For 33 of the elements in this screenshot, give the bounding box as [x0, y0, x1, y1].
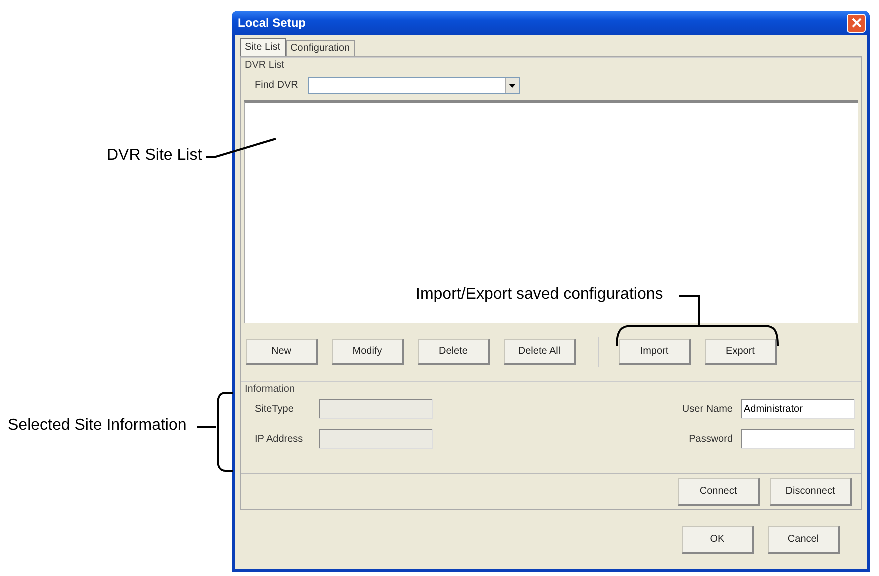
input-field[interactable]: Administrator — [741, 399, 855, 419]
group-legend: Information — [243, 384, 298, 395]
button[interactable]: Modify — [332, 339, 404, 365]
leader-line — [197, 426, 216, 428]
field-label: SiteType — [255, 404, 295, 414]
tab[interactable]: Configuration — [286, 40, 356, 56]
close-button[interactable] — [847, 14, 866, 32]
button[interactable]: Cancel — [768, 526, 840, 554]
callout-label: Import/Export saved configurations — [416, 286, 664, 304]
window-title: Local Setup — [238, 16, 306, 30]
group-legend: DVR List — [243, 60, 286, 71]
field-label: Password — [688, 434, 734, 444]
button[interactable]: Delete — [418, 339, 490, 365]
leader-line — [679, 295, 700, 326]
field-label: IP Address — [255, 434, 304, 444]
button[interactable]: OK — [682, 526, 754, 554]
dropdown-arrow-icon — [509, 84, 516, 88]
callout-label: Selected Site Information — [8, 417, 187, 435]
leader-line — [206, 138, 276, 158]
button[interactable]: Connect — [678, 478, 760, 506]
input-field[interactable] — [741, 429, 855, 449]
callout-label: DVR Site List — [107, 147, 202, 165]
button[interactable]: Import — [619, 339, 691, 365]
button[interactable]: Delete All — [504, 339, 576, 365]
field-label: User Name — [681, 404, 734, 414]
button[interactable]: Disconnect — [770, 478, 852, 506]
tab[interactable]: Site List — [240, 38, 286, 56]
find-dvr-dropdown[interactable] — [308, 77, 520, 94]
button[interactable]: Export — [705, 339, 777, 365]
button[interactable]: New — [246, 339, 318, 365]
field-label: Find DVR — [255, 80, 298, 91]
site-list[interactable] — [244, 100, 858, 323]
close-icon — [852, 18, 862, 28]
